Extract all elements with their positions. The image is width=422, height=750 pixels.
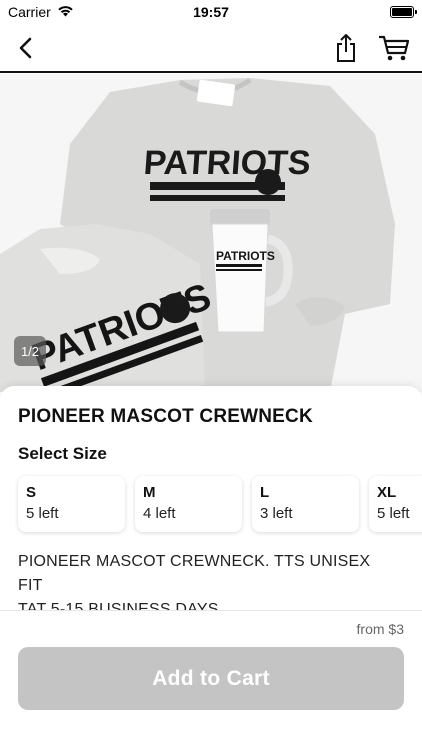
product-title: PIONEER MASCOT CREWNECK xyxy=(18,406,313,427)
size-stock: 5 left xyxy=(26,505,59,522)
nav-bar xyxy=(0,24,422,73)
cart-icon xyxy=(379,35,410,60)
size-name: S xyxy=(26,484,37,501)
size-option-m[interactable]: M 4 left xyxy=(135,476,242,532)
share-button[interactable] xyxy=(330,32,362,64)
size-stock: 4 left xyxy=(143,505,176,522)
cart-button[interactable] xyxy=(378,32,410,64)
size-option-s[interactable]: S 5 left xyxy=(18,476,125,532)
image-page-indicator: 1/2 xyxy=(14,336,46,366)
size-name: XL xyxy=(377,484,397,501)
image-text-back: PATRIOTS xyxy=(142,144,311,182)
purchase-footer: from $3 Add to Cart xyxy=(0,610,422,750)
wifi-icon xyxy=(57,4,74,20)
size-stock: 3 left xyxy=(260,505,293,522)
add-to-cart-button[interactable]: Add to Cart xyxy=(18,647,404,710)
size-heading: Select Size xyxy=(18,444,107,463)
price-label: from $3 xyxy=(356,621,404,637)
product-image[interactable]: PATRIOTS PATRIOTS PATRIOTS 1/2 xyxy=(0,74,422,392)
share-icon xyxy=(337,33,355,62)
chevron-left-icon xyxy=(19,37,32,58)
size-name: L xyxy=(260,484,270,501)
product-details-sheet: PIONEER MASCOT CREWNECK Select Size S 5 … xyxy=(0,386,422,612)
back-button[interactable] xyxy=(10,32,42,64)
image-text-tumbler: PATRIOTS xyxy=(216,249,275,263)
status-bar: Carrier 19:57 xyxy=(0,0,422,24)
battery-icon xyxy=(390,6,417,18)
product-photo: PATRIOTS PATRIOTS PATRIOTS xyxy=(0,74,422,392)
nav-actions xyxy=(330,32,410,64)
carrier-label: Carrier xyxy=(8,4,51,20)
size-name: M xyxy=(143,484,156,501)
status-left: Carrier xyxy=(8,4,74,20)
size-option-l[interactable]: L 3 left xyxy=(252,476,359,532)
size-options: S 5 left M 4 left L 3 left XL 5 left xyxy=(18,476,422,532)
description-line: PIONEER MASCOT CREWNECK. TTS UNISEX xyxy=(18,553,371,570)
description-line: FIT xyxy=(18,577,43,594)
size-option-xl[interactable]: XL 5 left xyxy=(369,476,422,532)
size-stock: 5 left xyxy=(377,505,410,522)
product-description: PIONEER MASCOT CREWNECK. TTS UNISEX FIT … xyxy=(18,550,404,612)
